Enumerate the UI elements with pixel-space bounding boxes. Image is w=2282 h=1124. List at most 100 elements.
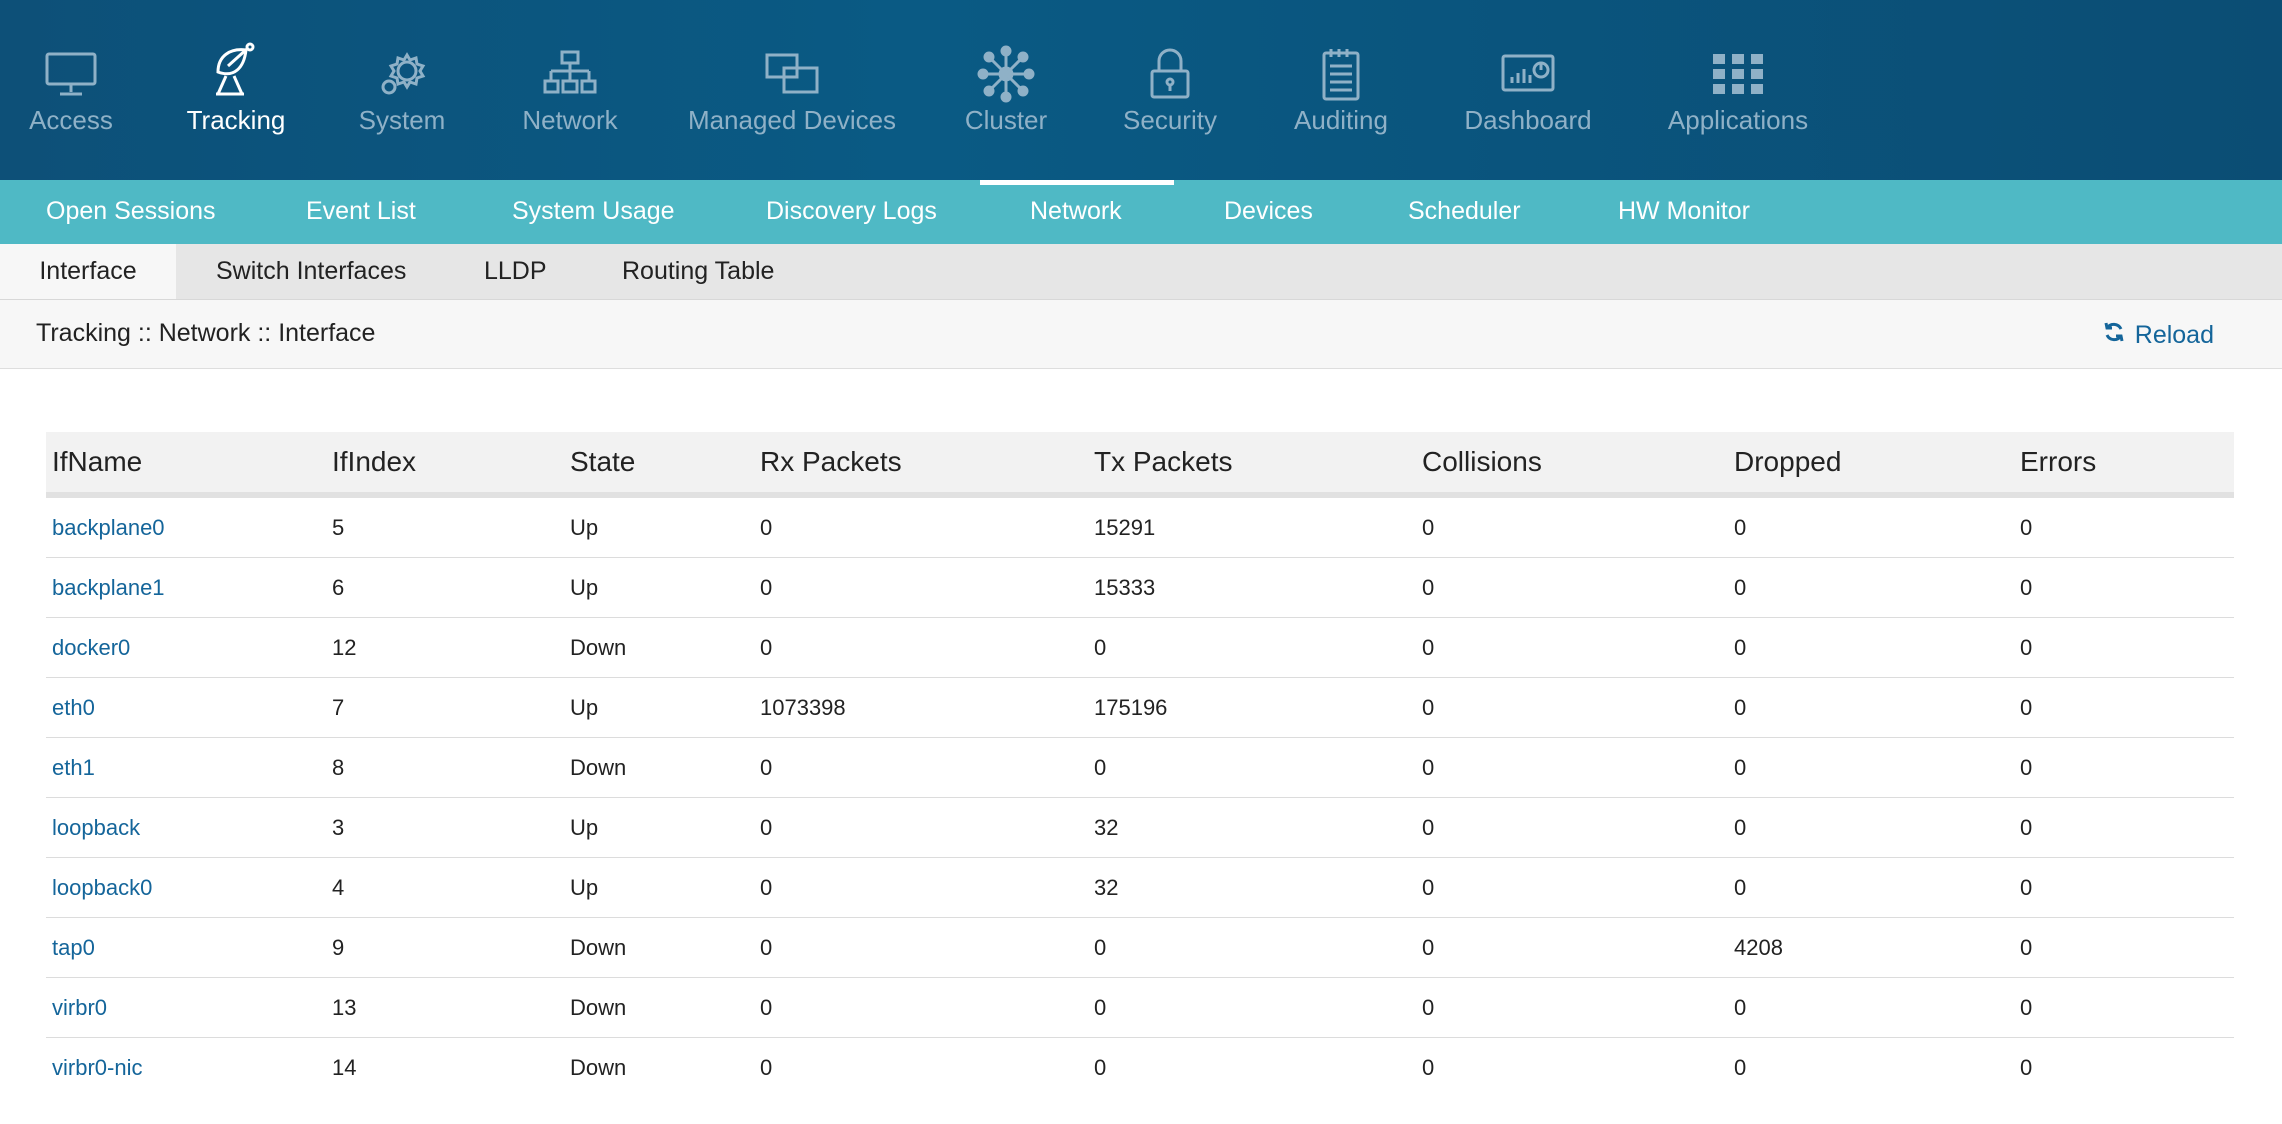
reload-button[interactable]: Reload (2103, 300, 2214, 370)
nav-item-auditing[interactable]: Auditing (1294, 0, 1388, 180)
errors-cell: 0 (2020, 875, 2033, 900)
nav-item-tracking[interactable]: Tracking (186, 0, 286, 180)
dropped-cell: 0 (1734, 815, 1747, 840)
column-header-ifindex[interactable]: IfIndex (332, 432, 416, 492)
subnav-item-open-sessions[interactable]: Open Sessions (46, 180, 216, 244)
nav-label: Managed Devices (687, 105, 897, 135)
column-header-state[interactable]: State (570, 432, 635, 492)
dropped-cell: 0 (1734, 695, 1747, 720)
dropped-cell: 0 (1734, 1055, 1747, 1080)
collisions-cell: 0 (1422, 1055, 1435, 1080)
state-cell: Down (570, 935, 627, 960)
ifname-link[interactable]: docker0 (52, 618, 130, 678)
top-navigation: Access Tracking System Network Managed D… (0, 0, 2282, 180)
tab-routing-table[interactable]: Routing Table (622, 244, 774, 299)
table-header: IfName IfIndex State Rx Packets Tx Packe… (46, 432, 2234, 498)
nav-label: Access (29, 105, 113, 135)
collisions-cell: 0 (1422, 515, 1435, 540)
state-cell: Down (570, 1055, 627, 1080)
network-tree-icon (540, 46, 600, 102)
nav-item-dashboard[interactable]: Dashboard (1464, 0, 1592, 180)
ifindex-cell: 5 (332, 515, 345, 540)
nav-label: Auditing (1294, 105, 1388, 135)
ifname-link[interactable]: tap0 (52, 918, 95, 978)
subnav-item-discovery-logs[interactable]: Discovery Logs (766, 180, 937, 244)
nav-label: Dashboard (1464, 105, 1592, 135)
ifname-link[interactable]: eth1 (52, 738, 95, 798)
active-subnav-indicator (980, 180, 1174, 185)
devices-icon (762, 46, 822, 102)
collisions-cell: 0 (1422, 935, 1435, 960)
ifname-link[interactable]: loopback (52, 798, 140, 858)
tx-packets-cell: 32 (1094, 875, 1119, 900)
table-row: tap0 9 Down 0 0 0 4208 0 (46, 918, 2234, 978)
column-header-rx-packets[interactable]: Rx Packets (760, 432, 902, 492)
collisions-cell: 0 (1422, 575, 1435, 600)
column-header-dropped[interactable]: Dropped (1734, 432, 1841, 492)
breadcrumb: Tracking :: Network :: Interface (36, 319, 376, 347)
dropped-cell: 0 (1734, 515, 1747, 540)
tab-interface[interactable]: Interface (0, 244, 176, 299)
ifname-link[interactable]: backplane0 (52, 498, 165, 558)
table-row: backplane0 5 Up 0 15291 0 0 0 (46, 498, 2234, 558)
errors-cell: 0 (2020, 935, 2033, 960)
nav-item-applications[interactable]: Applications (1668, 0, 1808, 180)
state-cell: Down (570, 635, 627, 660)
tx-packets-cell: 0 (1094, 755, 1107, 780)
ifname-link[interactable]: virbr0 (52, 978, 107, 1038)
state-cell: Down (570, 755, 627, 780)
column-header-errors[interactable]: Errors (2020, 432, 2096, 492)
errors-cell: 0 (2020, 995, 2033, 1020)
ifname-link[interactable]: virbr0-nic (52, 1038, 142, 1098)
tx-packets-cell: 0 (1094, 995, 1107, 1020)
dropped-cell: 0 (1734, 995, 1747, 1020)
nav-item-security[interactable]: Security (1123, 0, 1217, 180)
table-row: loopback 3 Up 0 32 0 0 0 (46, 798, 2234, 858)
nav-item-managed-devices[interactable]: Managed Devices (688, 0, 896, 180)
dropped-cell: 0 (1734, 575, 1747, 600)
column-header-tx-packets[interactable]: Tx Packets (1094, 432, 1232, 492)
ifindex-cell: 4 (332, 875, 345, 900)
cluster-icon (976, 45, 1036, 103)
dropped-cell: 0 (1734, 875, 1747, 900)
ifname-link[interactable]: backplane1 (52, 558, 165, 618)
subnav-item-event-list[interactable]: Event List (306, 180, 416, 244)
monitor-icon (41, 46, 101, 102)
ifname-link[interactable]: loopback0 (52, 858, 152, 918)
table-row: docker0 12 Down 0 0 0 0 0 (46, 618, 2234, 678)
collisions-cell: 0 (1422, 695, 1435, 720)
column-header-collisions[interactable]: Collisions (1422, 432, 1542, 492)
nav-item-system[interactable]: System (358, 0, 446, 180)
subnav-item-hw-monitor[interactable]: HW Monitor (1618, 180, 1750, 244)
nav-item-access[interactable]: Access (29, 0, 113, 180)
nav-item-cluster[interactable]: Cluster (965, 0, 1047, 180)
tab-lldp[interactable]: LLDP (484, 244, 547, 299)
rx-packets-cell: 0 (760, 755, 773, 780)
subnav-item-scheduler[interactable]: Scheduler (1408, 180, 1521, 244)
subnav-item-system-usage[interactable]: System Usage (512, 180, 675, 244)
rx-packets-cell: 1073398 (760, 695, 846, 720)
subnav-item-devices[interactable]: Devices (1224, 180, 1313, 244)
errors-cell: 0 (2020, 515, 2033, 540)
nav-label: System (358, 105, 446, 135)
notepad-icon (1311, 46, 1371, 102)
nav-item-network[interactable]: Network (520, 0, 620, 180)
rx-packets-cell: 0 (760, 515, 773, 540)
breadcrumb-bar: Tracking :: Network :: Interface Reload (0, 300, 2282, 369)
ifindex-cell: 3 (332, 815, 345, 840)
ifindex-cell: 6 (332, 575, 345, 600)
column-header-ifname[interactable]: IfName (52, 432, 142, 492)
table-row: eth1 8 Down 0 0 0 0 0 (46, 738, 2234, 798)
table-row: virbr0 13 Down 0 0 0 0 0 (46, 978, 2234, 1038)
collisions-cell: 0 (1422, 875, 1435, 900)
state-cell: Up (570, 815, 599, 840)
reload-label: Reload (2134, 321, 2214, 349)
ifname-link[interactable]: eth0 (52, 678, 95, 738)
state-cell: Down (570, 995, 627, 1020)
collisions-cell: 0 (1422, 755, 1435, 780)
rx-packets-cell: 0 (760, 1055, 773, 1080)
subnav-item-network[interactable]: Network (1030, 180, 1122, 244)
errors-cell: 0 (2020, 575, 2033, 600)
rx-packets-cell: 0 (760, 875, 773, 900)
tab-switch-interfaces[interactable]: Switch Interfaces (216, 244, 406, 299)
